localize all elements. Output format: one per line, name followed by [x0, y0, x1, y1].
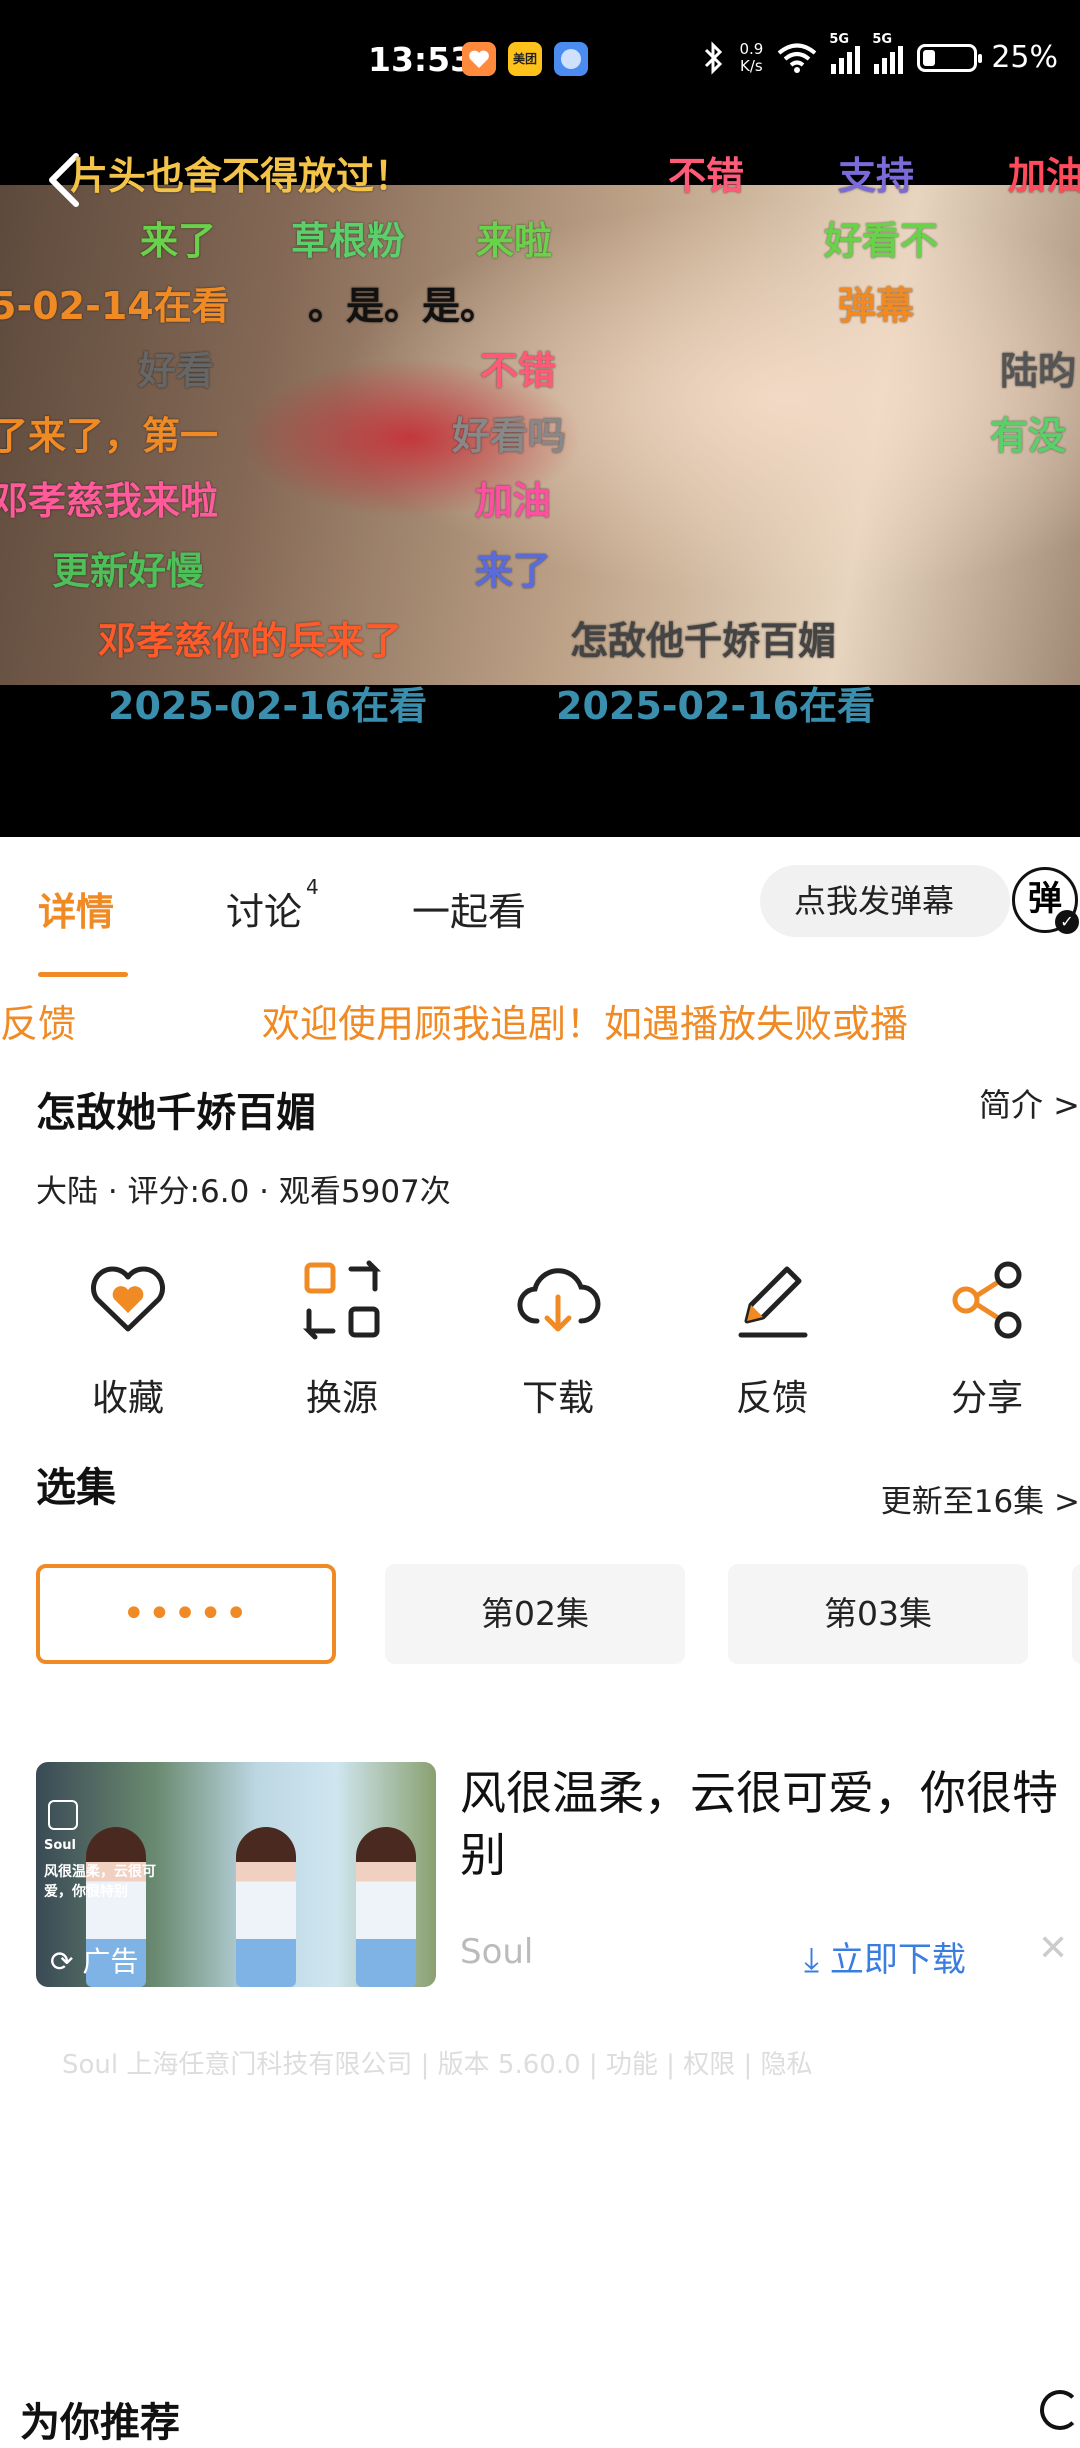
- status-bar: 13:53 美团 0.9 K/s 5G 5G 25%: [0, 0, 1080, 125]
- share-button[interactable]: 分享: [912, 1255, 1062, 1421]
- tab-details[interactable]: 详情: [38, 881, 114, 936]
- heart-app-icon: [462, 42, 496, 76]
- battery-icon: [917, 43, 983, 72]
- feedback-button[interactable]: 反馈: [697, 1255, 847, 1421]
- wifi-icon: [778, 43, 817, 73]
- episode-item-02[interactable]: 第02集: [385, 1564, 685, 1664]
- bluetooth-icon: [705, 40, 723, 75]
- danmaku-comment: 不错: [668, 154, 745, 198]
- ad-thumb-logo-text: Soul: [44, 1838, 77, 1853]
- danmaku-comment: 更新好慢: [52, 549, 205, 593]
- net-speed: 0.9 K/s: [739, 39, 764, 75]
- danmaku-comment: 加油: [1008, 154, 1080, 198]
- detail-tab-bar: 详情 讨论4 一起看 点我发弹幕 弹 ✓: [0, 837, 1080, 977]
- signal-icon-2: 5G: [872, 32, 904, 74]
- danmaku-comment: 好看吗: [452, 414, 567, 458]
- danmaku-comment: 陆昀: [1000, 349, 1077, 393]
- ad-person-image: [236, 1827, 296, 1987]
- danmaku-toggle-button[interactable]: 弹 ✓: [1012, 867, 1079, 934]
- danmaku-comment: 草根粉: [291, 219, 406, 263]
- playing-indicator: •••••: [122, 1591, 250, 1637]
- favorite-button[interactable]: 收藏: [53, 1255, 203, 1421]
- ad-thumb-text: 风很温柔，云很可爱，你很特别: [44, 1864, 156, 1900]
- danmaku-comment: 来啦: [476, 219, 553, 263]
- battery-text: 25%: [991, 40, 1058, 75]
- ad-download-button[interactable]: ⤓ 立即下载: [804, 1932, 966, 1981]
- meituan-icon: 美团: [508, 42, 542, 76]
- danmaku-comment: 。是。是。: [308, 284, 499, 328]
- danmaku-comment: 2025-02-16在看: [556, 684, 876, 728]
- status-icons: 0.9 K/s 5G 5G 25%: [703, 32, 1058, 75]
- danmaku-comment: 了来了，第一: [0, 414, 219, 458]
- cloud-download-icon: [517, 1268, 601, 1332]
- active-tab-indicator: [38, 972, 128, 977]
- danmaku-comment: 来了: [140, 219, 217, 263]
- send-danmaku-input[interactable]: 点我发弹幕: [760, 865, 1010, 937]
- signal-icon-1: 5G: [829, 32, 861, 74]
- danmaku-comment: 怎敌他千娇百媚: [570, 619, 837, 663]
- danmaku-comment: 来了: [475, 549, 552, 593]
- danmaku-comment: 好看不: [824, 219, 939, 263]
- episode-item-next[interactable]: [1072, 1564, 1080, 1664]
- soul-logo-icon: [48, 1800, 78, 1830]
- tab-watch-together[interactable]: 一起看: [412, 881, 526, 936]
- ad-label: ⟳ 广告: [50, 1945, 139, 1978]
- danmaku-comment: 5-02-14在看: [0, 284, 230, 328]
- danmaku-comment: 好看: [138, 349, 215, 393]
- pen-feedback-icon: [738, 1266, 808, 1338]
- danmaku-comment: 片头也舍不得放过！: [70, 154, 413, 198]
- discussion-count-badge: 4: [306, 875, 319, 899]
- heart-icon: [91, 1266, 165, 1332]
- video-player[interactable]: 片头也舍不得放过！ 不错 支持 加油 来了 草根粉 来啦 好看不 5-02-14在看 。是。是。弹…: [0, 125, 1080, 837]
- notice-text: 欢迎使用顾我追剧！如遇播放失败或播: [262, 1002, 909, 1046]
- episode-item-03[interactable]: 第03集: [728, 1564, 1028, 1664]
- drama-title: 怎敌她千娇百媚: [36, 1090, 316, 1136]
- ad-brand: Soul: [460, 1932, 534, 1972]
- notice-fragment: 或反馈: [0, 1002, 77, 1046]
- danmaku-comment: 邓孝慈你的兵来了: [98, 619, 403, 663]
- danmaku-comment: 加油: [475, 479, 552, 523]
- download-button[interactable]: 下载: [483, 1255, 633, 1421]
- check-icon: ✓: [1055, 910, 1079, 934]
- share-icon: [952, 1261, 1022, 1339]
- ad-thumbnail[interactable]: Soul 风很温柔，云很可爱，你很特别 ⟳ 广告: [36, 1762, 436, 1987]
- tab-discussion[interactable]: 讨论4: [226, 875, 319, 936]
- drama-meta: 大陆 · 评分:6.0 · 观看5907次: [36, 1174, 451, 1210]
- notice-marquee: 或反馈 欢迎使用顾我追剧！如遇播放失败或播: [0, 985, 1080, 1055]
- action-row: 收藏 换源 下载 反馈 分享: [0, 1255, 1080, 1425]
- episodes-update-link[interactable]: 更新至16集 >: [881, 1476, 1080, 1521]
- danmaku-comment: 弹幕: [838, 284, 915, 328]
- close-icon[interactable]: ✕: [1038, 1928, 1068, 1969]
- switch-source-icon: [302, 1260, 382, 1340]
- recommend-title: 为你推荐: [20, 2400, 180, 2446]
- ad-footer-info[interactable]: Soul 上海任意门科技有限公司 | 版本 5.60.0 | 功能 | 权限 |…: [62, 2044, 813, 2081]
- danmaku-comment: 邓孝慈我来啦: [0, 479, 219, 523]
- danmaku-comment: 有没: [990, 414, 1067, 458]
- intro-link[interactable]: 简介 >: [979, 1080, 1080, 1126]
- danmaku-comment: 支持: [838, 154, 915, 198]
- switch-source-button[interactable]: 换源: [267, 1255, 417, 1421]
- episode-list: ••••• 第02集 第03集: [0, 1560, 1080, 1672]
- ad-headline[interactable]: 风很温柔，云很可爱，你很特别: [460, 1762, 1080, 1886]
- episodes-title: 选集: [36, 1465, 116, 1511]
- episode-item-playing[interactable]: •••••: [36, 1564, 336, 1664]
- ball-app-icon: [554, 42, 588, 76]
- refresh-icon[interactable]: [1040, 2390, 1080, 2430]
- ad-person-image: [356, 1827, 416, 1987]
- danmaku-comment: 2025-02-16在看: [108, 684, 428, 728]
- download-arrow-icon: ⤓: [804, 1940, 830, 1980]
- ad-card[interactable]: Soul 风很温柔，云很可爱，你很特别 ⟳ 广告 风很温柔，云很可爱，你很特别 …: [36, 1762, 1080, 1992]
- clock: 13:53: [368, 40, 474, 79]
- danmaku-comment: 不错: [480, 349, 557, 393]
